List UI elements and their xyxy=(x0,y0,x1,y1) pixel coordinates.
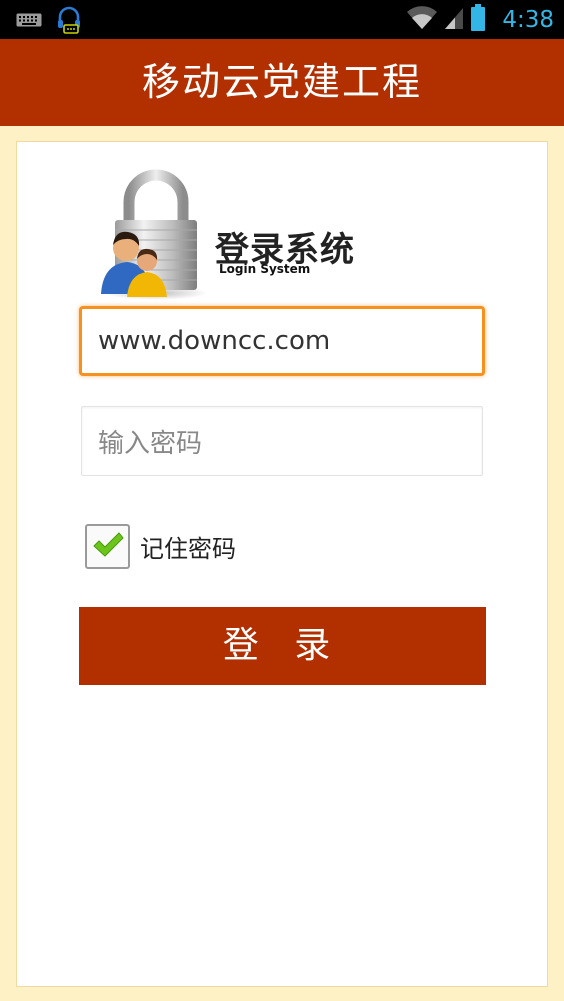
remember-checkbox[interactable] xyxy=(85,524,130,569)
password-input[interactable]: 输入密码 xyxy=(81,406,483,476)
signal-icon xyxy=(444,6,464,34)
remember-label: 记住密码 xyxy=(140,535,236,563)
padlock-users-icon xyxy=(101,166,211,301)
battery-icon xyxy=(470,3,486,36)
password-placeholder: 输入密码 xyxy=(98,428,203,459)
login-button[interactable]: 登 录 xyxy=(79,607,486,685)
app-header: 移动云党建工程 xyxy=(0,39,564,126)
page-title: 移动云党建工程 xyxy=(141,60,422,104)
status-bar: 4:38 xyxy=(0,0,564,39)
status-left xyxy=(16,6,82,38)
clock-time: 4:38 xyxy=(502,6,554,33)
username-value: www.downcc.com xyxy=(98,326,331,356)
checkmark-icon xyxy=(91,530,125,564)
headset-icon xyxy=(56,6,82,38)
status-right: 4:38 xyxy=(406,0,554,39)
keyboard-icon xyxy=(16,12,42,32)
remember-password[interactable]: 记住密码 xyxy=(85,524,236,569)
login-card: 登录系统 Login System www.downcc.com 输入密码 记住… xyxy=(16,141,548,987)
username-input[interactable]: www.downcc.com xyxy=(79,306,485,376)
brand-subtitle: Login System xyxy=(219,262,311,276)
wifi-icon xyxy=(406,5,438,34)
